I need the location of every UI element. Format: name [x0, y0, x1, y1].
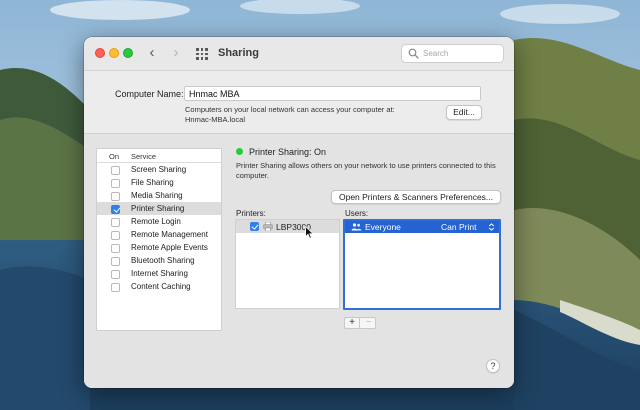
service-name: Content Caching	[131, 282, 191, 291]
users-label: Users:	[345, 209, 369, 218]
user-permission-popup[interactable]: Can Print	[441, 222, 476, 232]
service-name: Internet Sharing	[131, 269, 188, 278]
service-row-internet-sharing[interactable]: Internet Sharing	[97, 267, 221, 280]
group-users-icon	[351, 223, 362, 231]
computer-name-label: Computer Name:	[115, 89, 184, 99]
service-row-screen-sharing[interactable]: Screen Sharing	[97, 163, 221, 176]
service-name: Media Sharing	[131, 191, 183, 200]
search-field[interactable]	[401, 44, 504, 63]
local-hostname: Hnmac-MBA.local	[185, 115, 246, 124]
service-row-content-caching[interactable]: Content Caching	[97, 280, 221, 293]
status-indicator-dot	[236, 148, 243, 155]
service-enable-checkbox[interactable]	[111, 178, 120, 188]
user-name: Everyone	[365, 222, 401, 232]
service-enable-checkbox[interactable]	[111, 269, 120, 279]
service-row-remote-apple-events[interactable]: Remote Apple Events	[97, 241, 221, 254]
sharing-window: ‹ › Sharing Computer Name: Computers on …	[84, 37, 514, 388]
printer-share-checkbox[interactable]	[250, 222, 259, 231]
show-all-grid-icon[interactable]	[196, 48, 208, 60]
service-name: Remote Management	[131, 230, 208, 239]
mouse-pointer-icon	[305, 226, 314, 239]
service-row-printer-sharing[interactable]: Printer Sharing	[97, 202, 221, 215]
service-enable-checkbox[interactable]	[111, 230, 120, 240]
service-enable-checkbox[interactable]	[111, 165, 120, 175]
titlebar: ‹ › Sharing	[84, 37, 514, 71]
service-name: File Sharing	[131, 178, 174, 187]
service-list-header: On Service	[97, 149, 221, 163]
service-enable-checkbox[interactable]	[111, 217, 120, 227]
service-row-remote-management[interactable]: Remote Management	[97, 228, 221, 241]
service-name: Remote Apple Events	[131, 243, 208, 252]
add-remove-user-control: + −	[344, 317, 376, 329]
zoom-window-button[interactable]	[123, 48, 133, 58]
service-name: Printer Sharing	[131, 204, 185, 213]
forward-chevron-icon[interactable]: ›	[168, 45, 184, 62]
printer-row[interactable]: LBP3000	[236, 220, 339, 233]
search-icon	[408, 48, 419, 59]
back-chevron-icon[interactable]: ‹	[144, 45, 160, 62]
service-row-media-sharing[interactable]: Media Sharing	[97, 189, 221, 202]
service-row-file-sharing[interactable]: File Sharing	[97, 176, 221, 189]
computer-name-field[interactable]	[184, 86, 481, 101]
service-enable-checkbox[interactable]	[111, 191, 120, 201]
service-enable-checkbox[interactable]	[111, 256, 120, 266]
local-network-note: Computers on your local network can acce…	[185, 105, 395, 114]
on-column-header: On	[109, 152, 120, 161]
minimize-window-button[interactable]	[109, 48, 119, 58]
service-name: Remote Login	[131, 217, 181, 226]
service-name: Screen Sharing	[131, 165, 187, 174]
edit-hostname-button[interactable]: Edit...	[446, 105, 482, 120]
users-list: Everyone Can Print	[343, 219, 501, 310]
remove-user-button[interactable]: −	[361, 318, 376, 328]
printers-label: Printers:	[236, 209, 266, 218]
search-input[interactable]	[423, 47, 501, 60]
help-button[interactable]: ?	[486, 359, 500, 373]
service-name: Bluetooth Sharing	[131, 256, 195, 265]
service-enable-checkbox[interactable]	[111, 243, 120, 253]
service-list: On Service Screen Sharing File Sharing Med…	[96, 148, 222, 331]
service-column-header: Service	[131, 152, 157, 161]
sharing-settings-pane: On Service Screen Sharing File Sharing Med…	[84, 133, 514, 388]
user-row-everyone[interactable]: Everyone Can Print	[345, 221, 499, 233]
printer-sharing-description: Printer Sharing allows others on your ne…	[236, 161, 496, 180]
service-row-bluetooth-sharing[interactable]: Bluetooth Sharing	[97, 254, 221, 267]
service-enable-checkbox[interactable]	[111, 282, 120, 292]
printers-list: LBP3000	[235, 219, 340, 309]
service-row-remote-login[interactable]: Remote Login	[97, 215, 221, 228]
window-title: Sharing	[218, 47, 259, 59]
service-enable-checkbox[interactable]	[111, 204, 120, 214]
printer-sharing-status: Printer Sharing: On	[249, 147, 327, 157]
updown-chevron-icon[interactable]	[488, 223, 495, 231]
open-printers-scanners-button[interactable]: Open Printers & Scanners Preferences...	[331, 190, 501, 204]
add-user-button[interactable]: +	[345, 318, 360, 328]
printer-icon	[263, 222, 273, 231]
close-window-button[interactable]	[95, 48, 105, 58]
